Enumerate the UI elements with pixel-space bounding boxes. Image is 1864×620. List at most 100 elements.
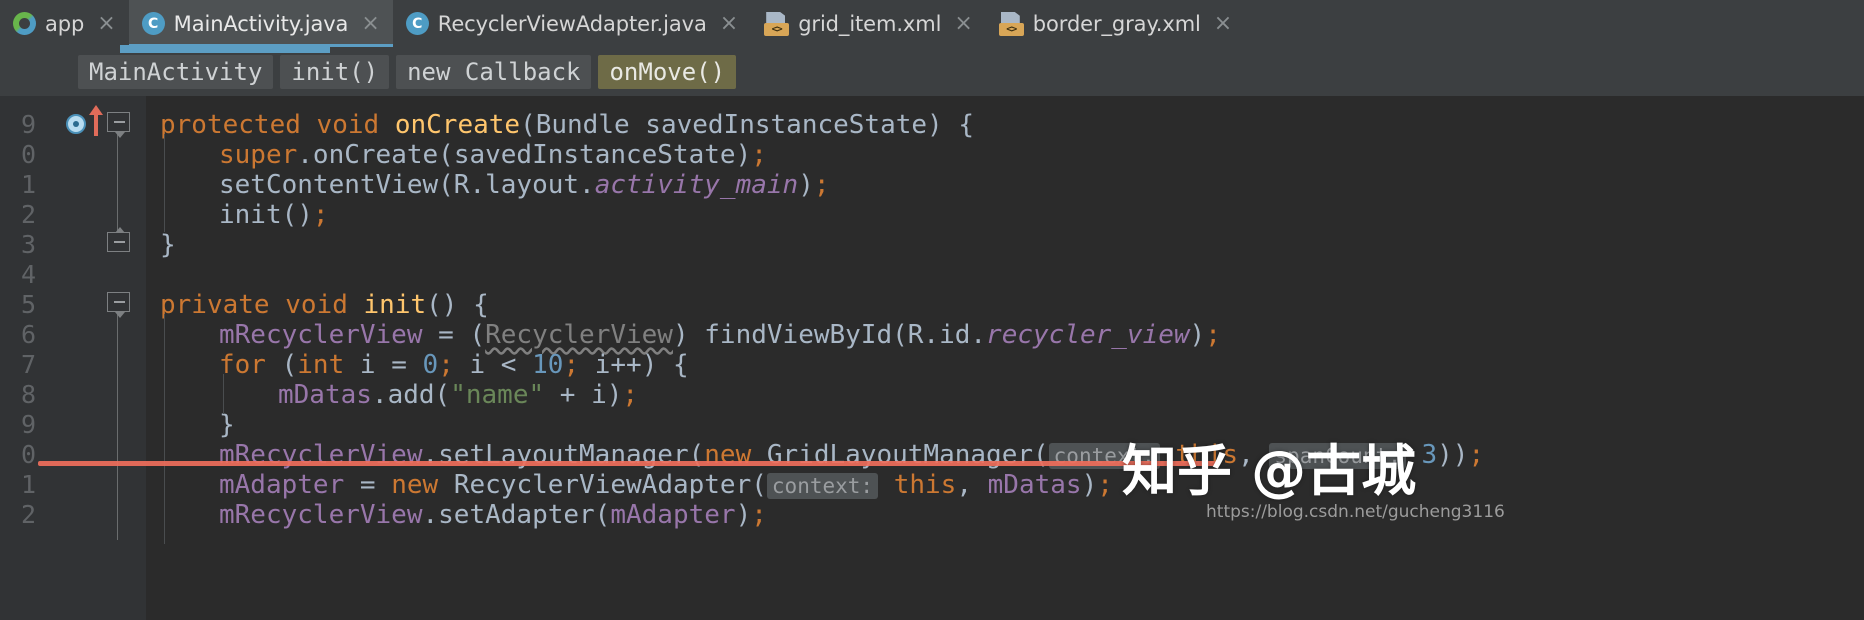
code-line[interactable]: } (219, 410, 235, 440)
editor-tab-mainactivity-java[interactable]: C MainActivity.java × (128, 0, 393, 47)
code-line[interactable]: mRecyclerView.setAdapter(mAdapter); (219, 500, 767, 530)
code-token: RecyclerView (485, 320, 673, 350)
fold-toggle-icon[interactable] (107, 292, 130, 318)
code-line[interactable]: for (int i = 0; i < 10; i++) { (219, 350, 689, 380)
code-token: ) findViewById(R.id. (672, 320, 987, 350)
code-token: , (956, 470, 988, 500)
line-number: 6 (20, 320, 36, 349)
code-token: ; (1205, 320, 1221, 350)
code-token: ; (1468, 440, 1485, 470)
line-number: 4 (20, 260, 36, 289)
code-token: private (160, 290, 286, 320)
code-token: super (219, 140, 298, 170)
indent-guide (164, 314, 165, 544)
code-token: activity_main (594, 170, 799, 200)
editor-tab-app[interactable]: app × (0, 0, 129, 47)
code-token: mDatas (278, 380, 372, 410)
override-arrow-icon (89, 105, 103, 136)
line-number: 9 (20, 110, 36, 139)
module-icon (13, 12, 36, 35)
code-line[interactable]: init(); (219, 200, 329, 230)
code-editor[interactable]: 90123456789012 protected void onCreate(B… (0, 96, 1864, 620)
editor-gutter[interactable]: 90123456789012 (0, 96, 146, 620)
java-class-icon: C (141, 12, 165, 35)
code-line[interactable]: protected void onCreate(Bundle savedInst… (160, 110, 974, 140)
editor-tab-label: grid_item.xml (798, 11, 942, 36)
code-token: + i) (544, 380, 623, 410)
code-token: (Bundle savedInstanceState) { (520, 110, 975, 140)
code-token: new (391, 470, 454, 500)
close-icon[interactable]: × (361, 12, 379, 35)
tab-scroll-indicator[interactable] (120, 45, 330, 53)
code-token: ; (312, 200, 329, 230)
watermark-text: 知乎 @古城 (1122, 439, 1417, 503)
code-token: } (219, 410, 235, 440)
code-token: protected (160, 110, 317, 140)
close-icon[interactable]: × (954, 12, 972, 35)
editor-tab-recyclerviewadapter-java[interactable]: C RecyclerViewAdapter.java × (393, 0, 751, 47)
editor-tab-bar: app × C MainActivity.java × C RecyclerViewAdap… (0, 0, 1864, 47)
xml-file-icon: <> (998, 11, 1024, 36)
close-icon[interactable]: × (720, 12, 738, 35)
code-token: init (363, 290, 427, 320)
line-number: 0 (20, 440, 36, 469)
code-token: i++) { (579, 350, 689, 380)
fold-toggle-icon[interactable] (107, 112, 130, 138)
indent-guide (223, 374, 224, 414)
line-number: 2 (20, 500, 36, 529)
line-number: 1 (20, 470, 36, 499)
code-token: ; (751, 140, 767, 170)
editor-tab-border-gray-xml[interactable]: <> border_gray.xml × (986, 0, 1245, 47)
code-token: .setAdapter( (422, 500, 611, 530)
line-number: 0 (20, 140, 36, 169)
code-token: this (878, 470, 957, 500)
code-line[interactable]: private void init() { (160, 290, 489, 320)
code-token: mRecyclerView (219, 500, 423, 530)
breadcrumb-item-init-[interactable]: init() (280, 54, 390, 89)
code-token: "name" (450, 380, 545, 410)
code-token: setContentView(R.layout. (219, 170, 595, 200)
override-method-icon[interactable] (66, 114, 86, 134)
code-line[interactable]: mRecyclerView = (RecyclerView) findViewB… (219, 320, 1221, 350)
code-token: void (285, 290, 364, 320)
code-token: ; (813, 170, 830, 200)
code-token: ) (798, 170, 814, 200)
editor-tab-grid-item-xml[interactable]: <> grid_item.xml × (751, 0, 986, 47)
code-token: = (344, 470, 392, 500)
code-token: mAdapter (610, 500, 736, 530)
fold-region-line (117, 310, 118, 540)
code-token: ) (1081, 470, 1098, 500)
line-number: 5 (20, 290, 36, 319)
code-token: init() (219, 200, 313, 230)
fold-toggle-icon[interactable] (107, 227, 130, 252)
code-content[interactable]: protected void onCreate(Bundle savedInst… (146, 96, 1864, 620)
close-icon[interactable]: × (1214, 12, 1232, 35)
annotation-underline (38, 461, 1218, 466)
indent-guide (164, 134, 165, 232)
watermark-url: https://blog.csdn.net/gucheng3116 (1206, 502, 1505, 522)
breadcrumb-item-onmove-[interactable]: onMove() (598, 54, 737, 89)
code-token: = ( (422, 320, 486, 350)
line-number: 8 (20, 380, 36, 409)
code-token: ; (563, 350, 580, 380)
code-line[interactable]: super.onCreate(savedInstanceState); (219, 140, 767, 170)
editor-tab-label: RecyclerViewAdapter.java (437, 11, 707, 36)
code-folding-column[interactable] (105, 96, 131, 620)
code-token: } (160, 230, 176, 260)
code-token: mAdapter (219, 470, 345, 500)
code-token: mDatas (987, 470, 1082, 500)
close-icon[interactable]: × (97, 12, 115, 35)
code-line[interactable]: setContentView(R.layout.activity_main); (219, 170, 830, 200)
breadcrumb-item-new-callback[interactable]: new Callback (396, 54, 592, 89)
code-token: int (297, 350, 360, 380)
parameter-hint: context: (766, 473, 879, 499)
code-line[interactable]: mDatas.add("name" + i); (278, 380, 638, 410)
code-token: i = (359, 350, 423, 380)
code-token: .onCreate(savedInstanceState) (297, 140, 752, 170)
code-line[interactable]: } (160, 230, 176, 260)
code-token: i < (453, 350, 533, 380)
breadcrumb-item-mainactivity[interactable]: MainActivity (78, 54, 274, 89)
code-token: () { (426, 290, 489, 320)
code-line[interactable]: mAdapter = new RecyclerViewAdapter(conte… (219, 470, 1113, 501)
code-token: ) (735, 500, 752, 530)
